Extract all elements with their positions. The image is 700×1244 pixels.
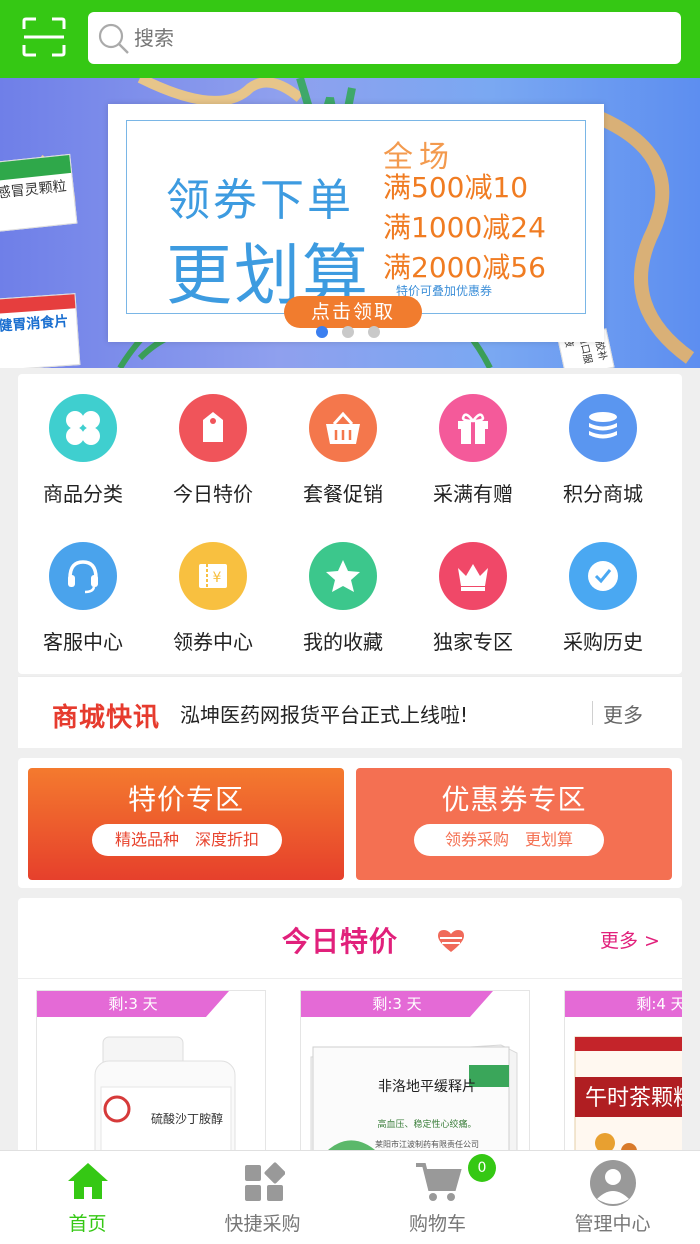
svg-text:¥: ¥ [213,570,222,586]
news-more-link[interactable]: 更多 [603,699,643,728]
search-bar[interactable] [88,12,681,64]
nav-label: 管理中心 [574,1213,651,1235]
promo-zones: 特价专区 精选品种 深度折扣 优惠券专区 领券采购 更划算 [18,758,682,888]
promo-banner[interactable]: 感冒灵颗粒 健胃消食片 阿胶补血口服液 领券下单 更划算 全场 满500减10 … [0,78,700,368]
menu-item-label: 商品分类 [43,482,123,506]
menu-item-label: 我的收藏 [303,630,383,654]
menu-item-label: 采购历史 [563,630,643,654]
section-title: 今日特价 [282,925,399,958]
cart-icon [415,1163,462,1201]
special-price-zone[interactable]: 特价专区 精选品种 深度折扣 [28,768,344,880]
nav-label: 购物车 [408,1213,466,1235]
divider [592,701,593,725]
nav-cart[interactable]: 购物车 [350,1151,525,1244]
medicine-box: 健胃消食片 [0,293,81,368]
divider [18,978,682,979]
menu-item-label: 采满有赠 [433,482,513,506]
banner-deal-1: 满500减10 [383,171,529,204]
gift-icon [439,394,507,462]
product-card[interactable]: 剩:3 天 非洛地平缓释片 高血压、稳定性心绞痛。 莱阳市江波制药有限责任公司 [300,990,530,1158]
menu-item-label: 领券中心 [173,630,253,654]
nav-label: 首页 [68,1213,107,1235]
today-deals-section: 今日特价 更多 > 剩:3 天 硫酸沙丁胺醇 剩:3 天 非洛地平缓释片 高血压… [18,898,682,1158]
search-icon [98,23,130,55]
product-image: 硫酸沙丁胺醇 [37,1017,265,1158]
claim-coupon-button[interactable]: 点击领取 [284,296,422,328]
user-icon [589,1160,636,1206]
menu-item-coupon-center[interactable]: ¥ 领券中心 [148,542,278,655]
product-maker: 莱阳市江波制药有限责任公司 [375,1139,479,1149]
days-left-badge: 剩:3 天 [301,991,493,1017]
clock-icon [569,542,637,610]
scan-icon[interactable] [22,17,66,57]
days-left-badge: 剩:4 天 [565,991,682,1017]
nav-quick-purchase[interactable]: 快捷采购 [175,1151,350,1244]
promo-title: 优惠券专区 [441,783,587,816]
product-indication: 高血压、稳定性心绞痛。 [377,1118,476,1130]
nav-home[interactable]: 首页 [0,1151,175,1244]
deals-more-link[interactable]: 更多 > [600,926,660,953]
product-image: 非洛地平缓释片 高血压、稳定性心绞痛。 莱阳市江波制药有限责任公司 [301,1017,529,1158]
menu-item-today-deals[interactable]: 今日特价 [148,394,278,507]
banner-deal-3: 满2000减56 [383,251,546,284]
product-name: 硫酸沙丁胺醇 [151,1111,223,1126]
carousel-dot[interactable] [368,326,380,338]
product-name: 午时茶颗粒 [585,1086,682,1111]
bottom-nav: 首页 快捷采购 购物车 管理中心 [0,1150,700,1244]
menu-item-label: 客服中心 [43,630,123,654]
carousel-dots [316,326,380,338]
cart-count-badge: 0 [468,1154,496,1182]
basket-icon [309,394,377,462]
quick-menu: 商品分类 今日特价 套餐促销 采满有赠 积分商城 客服中心 ¥ 领券中心 我的收… [18,374,682,674]
coins-stack-icon [569,394,637,462]
search-input[interactable] [134,26,634,50]
nav-label: 快捷采购 [224,1213,301,1235]
menu-item-points-mall[interactable]: 积分商城 [538,394,668,507]
menu-item-favorites[interactable]: 我的收藏 [278,542,408,655]
news-ticker[interactable]: 商城快讯 泓坤医药网报货平台正式上线啦! 更多 [18,676,682,748]
menu-item-category[interactable]: 商品分类 [18,394,148,507]
product-image: 午时茶颗粒 [565,1017,682,1158]
promo-tagline: 精选品种 深度折扣 [92,824,282,856]
menu-item-customer-service[interactable]: 客服中心 [18,542,148,655]
menu-item-gift[interactable]: 采满有赠 [408,394,538,507]
top-bar [0,0,700,78]
carousel-dot[interactable] [316,326,328,338]
news-logo: 商城快讯 [52,703,161,733]
days-left-badge: 剩:3 天 [37,991,229,1017]
banner-headline: 领券下单 [166,175,354,226]
coupon-icon: ¥ [179,542,247,610]
grid-icon [49,394,117,462]
crown-icon [439,542,507,610]
menu-item-purchase-history[interactable]: 采购历史 [538,542,668,655]
product-card[interactable]: 剩:4 天 午时茶颗粒 [564,990,682,1158]
price-tag-icon [179,394,247,462]
product-card[interactable]: 剩:3 天 硫酸沙丁胺醇 [36,990,266,1158]
menu-item-label: 积分商城 [563,482,643,506]
medicine-box: 感冒灵颗粒 [0,153,78,233]
nav-management[interactable]: 管理中心 [525,1151,700,1244]
menu-item-label: 套餐促销 [303,482,383,506]
menu-item-bundle[interactable]: 套餐促销 [278,394,408,507]
menu-item-label: 独家专区 [433,630,513,654]
home-icon [67,1163,108,1199]
promo-tagline: 领券采购 更划算 [414,824,604,856]
star-icon [309,542,377,610]
menu-item-exclusive[interactable]: 独家专区 [408,542,538,655]
news-headline[interactable]: 泓坤医药网报货平台正式上线啦! [180,699,468,728]
headset-icon [49,542,117,610]
coupon-zone[interactable]: 优惠券专区 领券采购 更划算 [356,768,672,880]
promo-title: 特价专区 [127,783,244,816]
product-name: 非洛地平缓释片 [378,1079,476,1095]
banner-card: 领券下单 更划算 全场 满500减10 满1000减24 满2000减56 特价… [108,104,604,342]
menu-item-label: 今日特价 [173,482,253,506]
carousel-dot[interactable] [342,326,354,338]
apps-icon [244,1162,285,1201]
banner-deal-2: 满1000减24 [383,211,546,244]
heart-icon [438,930,464,952]
